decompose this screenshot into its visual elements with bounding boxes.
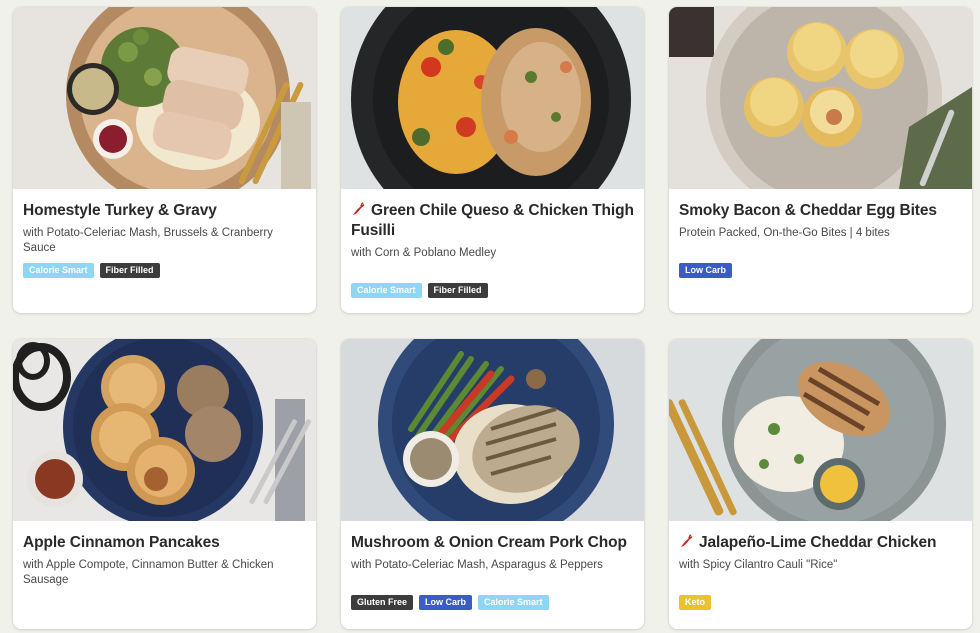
meal-card[interactable]: Homestyle Turkey & Gravy with Potato-Cel… [13,7,316,313]
tag-keto: Keto [679,595,711,610]
tag-calorie-smart: Calorie Smart [351,283,422,298]
meal-card[interactable]: Apple Cinnamon Pancakes with Apple Compo… [13,339,316,629]
meal-photo[interactable] [341,7,644,189]
pork-chop-plate-image [341,339,644,521]
turkey-plate-image [13,7,316,189]
meal-card[interactable]: Mushroom & Onion Cream Pork Chop with Po… [341,339,644,629]
tag-list: Gluten Free Low Carb Calorie Smart [351,595,549,610]
meal-card[interactable]: Green Chile Queso & Chicken Thigh Fusill… [341,7,644,313]
chili-pepper-icon [352,202,365,216]
meal-title-text: Jalapeño-Lime Cheddar Chicken [699,534,937,551]
egg-bites-plate-image [669,7,972,189]
meal-title[interactable]: Apple Cinnamon Pancakes [23,533,306,553]
tag-calorie-smart: Calorie Smart [478,595,549,610]
meal-subtitle: with Potato-Celeriac Mash, Asparagus & P… [351,559,603,571]
tag-fiber-filled: Fiber Filled [99,263,160,278]
meal-title[interactable]: Mushroom & Onion Cream Pork Chop [351,533,634,553]
meal-title[interactable]: Smoky Bacon & Cheddar Egg Bites [679,201,962,221]
meal-title[interactable]: Green Chile Queso & Chicken Thigh Fusill… [351,201,634,241]
tag-calorie-smart: Calorie Smart [23,263,94,278]
tag-list: Calorie Smart Fiber Filled [351,283,488,298]
fusilli-plate-image [341,7,644,189]
meal-photo[interactable] [669,7,972,189]
meal-photo[interactable] [341,339,644,521]
meal-photo[interactable] [13,7,316,189]
pancakes-plate-image [13,339,316,521]
meal-card[interactable]: Jalapeño-Lime Cheddar Chicken with Spicy… [669,339,972,629]
tag-list: Low Carb [679,263,733,278]
tag-gluten-free: Gluten Free [351,595,414,610]
meal-photo[interactable] [13,339,316,521]
meal-subtitle: with Potato-Celeriac Mash, Brussels & Cr… [23,227,273,254]
tag-list: Calorie Smart Fiber Filled [23,263,160,278]
meal-subtitle: Protein Packed, On-the-Go Bites | 4 bite… [679,227,890,239]
tag-fiber-filled: Fiber Filled [427,283,488,298]
meal-subtitle: with Apple Compote, Cinnamon Butter & Ch… [23,559,274,586]
meal-card[interactable]: Smoky Bacon & Cheddar Egg Bites Protein … [669,7,972,313]
meal-subtitle: with Corn & Poblano Medley [351,247,497,259]
chili-pepper-icon [680,534,693,548]
tag-list: Keto [679,595,711,610]
meal-title[interactable]: Homestyle Turkey & Gravy [23,201,306,221]
meal-title[interactable]: Jalapeño-Lime Cheddar Chicken [679,533,962,553]
meal-photo[interactable] [669,339,972,521]
jalapeno-chicken-plate-image [669,339,972,521]
tag-low-carb: Low Carb [419,595,473,610]
meal-subtitle: with Spicy Cilantro Cauli "Rice" [679,559,838,571]
meal-title-text: Green Chile Queso & Chicken Thigh Fusill… [351,202,634,239]
tag-low-carb: Low Carb [679,263,733,278]
